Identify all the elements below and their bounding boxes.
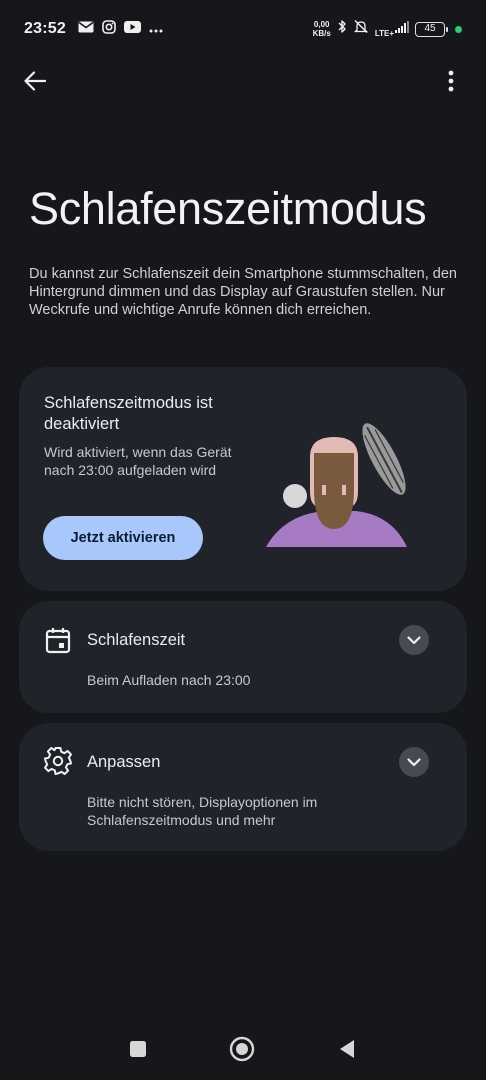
calendar-icon xyxy=(45,628,71,654)
more-vert-icon xyxy=(448,70,454,92)
chevron-down-icon xyxy=(407,635,421,644)
chevron-down-icon xyxy=(407,757,421,766)
bluetooth-icon xyxy=(337,19,347,39)
square-icon xyxy=(130,1041,146,1057)
navigation-bar xyxy=(0,1020,486,1080)
bedtime-status-card: Schlafenszeitmodus ist deaktiviert Wird … xyxy=(19,367,467,591)
recents-button[interactable] xyxy=(125,1036,151,1062)
customize-card[interactable]: Anpassen Bitte nicht stören, Displayopti… xyxy=(19,723,467,851)
page-title: Schlafenszeitmodus xyxy=(29,183,427,234)
activate-now-button[interactable]: Jetzt aktivieren xyxy=(43,516,203,560)
notification-icons xyxy=(78,19,163,39)
bedtime-schedule-card[interactable]: Schlafenszeit Beim Aufladen nach 23:00 xyxy=(19,601,467,713)
screen: 23:52 0,00 KB/s LTE+ 45 Schlafenszeitmod… xyxy=(0,0,486,1080)
battery-level: 45 xyxy=(424,22,436,34)
network-type: LTE+ xyxy=(374,29,394,38)
schedule-title: Schlafenszeit xyxy=(87,631,186,649)
gear-icon xyxy=(44,747,72,775)
status-subtitle: Wird aktiviert, wenn das Gerät nach 23:0… xyxy=(44,444,232,478)
lte-signal: LTE+ xyxy=(375,20,409,38)
instagram-icon xyxy=(102,19,116,39)
privacy-indicator-dot xyxy=(455,25,462,33)
expand-schedule-button[interactable] xyxy=(399,625,429,655)
net-speed: 0,00 KB/s xyxy=(313,20,331,38)
arrow-left-icon xyxy=(24,71,46,91)
page-description: Du kannst zur Schlafenszeit dein Smartph… xyxy=(29,266,457,318)
more-notifications-icon xyxy=(149,20,163,38)
battery-icon: 45 xyxy=(415,21,448,37)
home-circle-icon xyxy=(229,1036,255,1062)
status-bar: 23:52 0,00 KB/s LTE+ 45 xyxy=(0,0,486,58)
customize-subtitle: Bitte nicht stören, Displayoptionen im S… xyxy=(87,794,318,828)
back-button[interactable] xyxy=(16,62,54,100)
signal-icon xyxy=(395,20,409,38)
more-options-button[interactable] xyxy=(432,62,470,100)
silent-icon xyxy=(353,19,369,39)
customize-title: Anpassen xyxy=(87,753,161,771)
bedtime-illustration xyxy=(266,423,407,547)
system-icons: 0,00 KB/s LTE+ 45 xyxy=(313,19,462,39)
schedule-subtitle: Beim Aufladen nach 23:00 xyxy=(87,672,251,688)
triangle-back-icon xyxy=(340,1040,354,1058)
expand-customize-button[interactable] xyxy=(399,747,429,777)
status-title: Schlafenszeitmodus ist deaktiviert xyxy=(44,394,213,433)
status-time: 23:52 xyxy=(24,20,66,37)
net-speed-value: 0,00 xyxy=(313,20,330,29)
youtube-icon xyxy=(123,20,141,38)
mail-icon xyxy=(78,20,94,38)
back-nav-button[interactable] xyxy=(334,1036,360,1062)
net-speed-unit: KB/s xyxy=(312,29,331,38)
home-button[interactable] xyxy=(229,1036,255,1062)
